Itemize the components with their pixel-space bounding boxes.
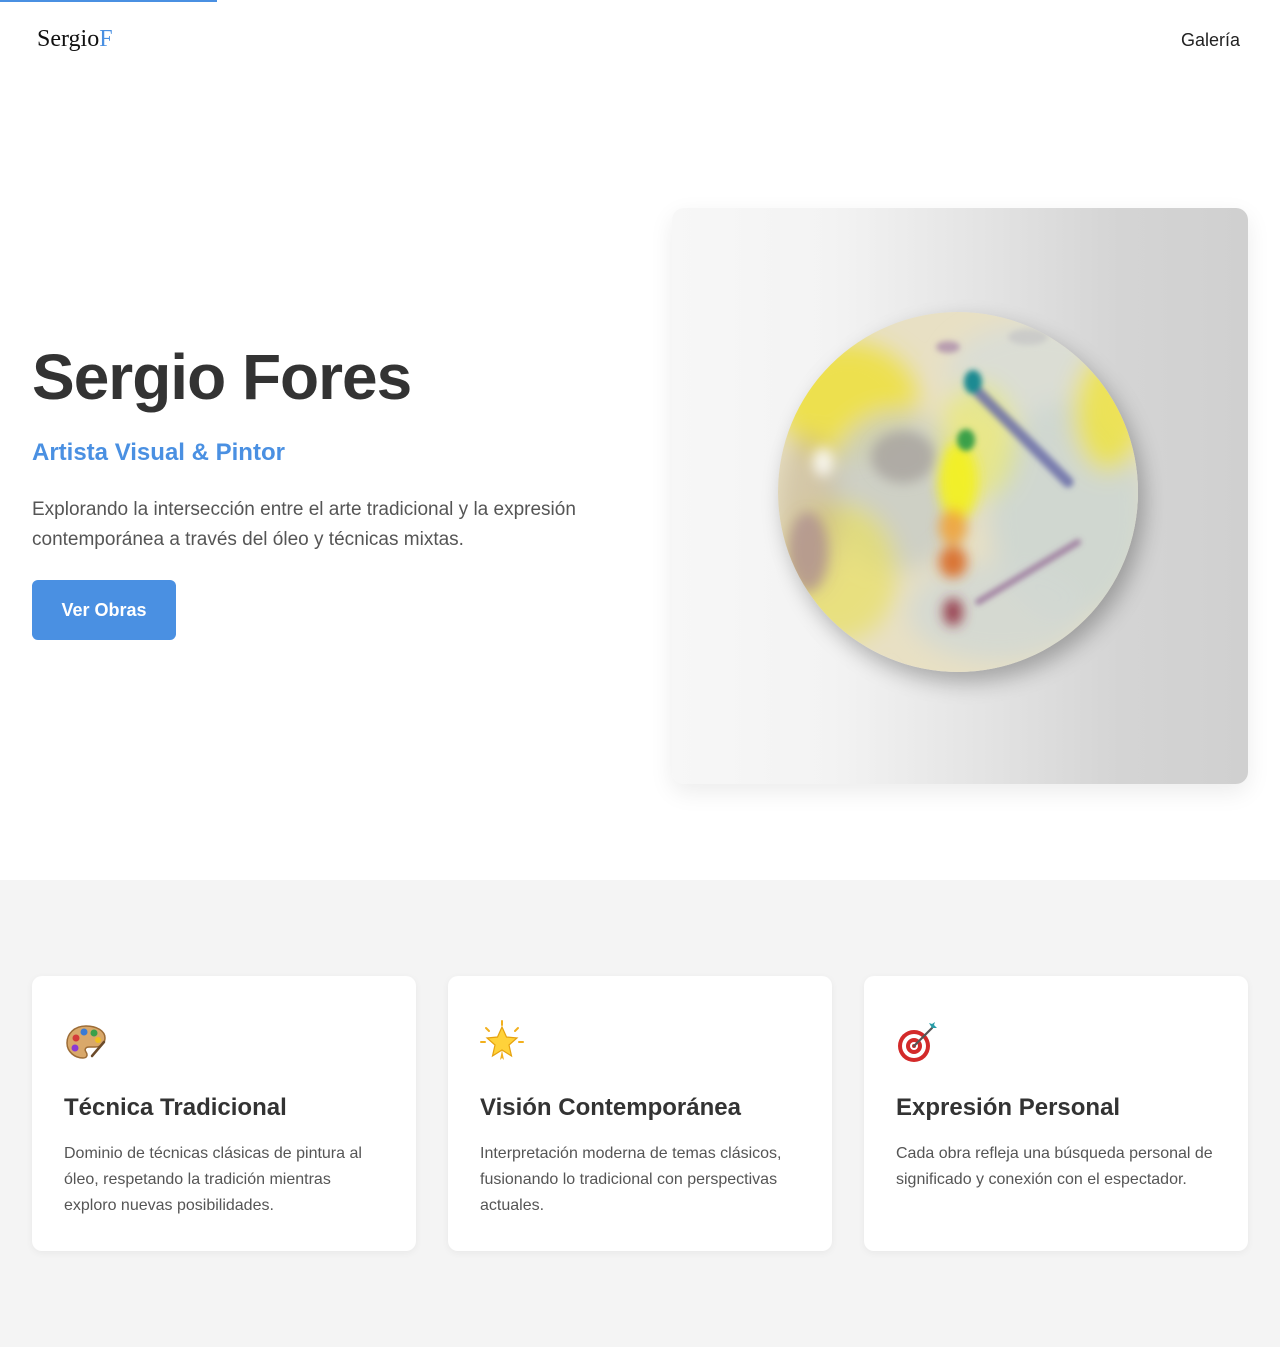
site-header: SergioF Galería <box>0 0 1280 80</box>
feature-card-vision-contemporanea: Visión Contemporánea Interpretación mode… <box>448 976 832 1251</box>
feature-card-expresion-personal: Expresión Personal Cada obra refleja una… <box>864 976 1248 1251</box>
feature-card-title: Técnica Tradicional <box>64 1094 287 1121</box>
target-icon <box>898 1022 937 1062</box>
featured-artwork-frame <box>672 208 1248 784</box>
feature-card-text: Dominio de técnicas clásicas de pintura … <box>64 1144 362 1214</box>
features-section: Técnica Tradicional Dominio de técnicas … <box>0 880 1280 1347</box>
feature-card-title: Visión Contemporánea <box>480 1094 741 1121</box>
feature-card-title: Expresión Personal <box>896 1094 1121 1121</box>
hero-section: Sergio Fores Artista Visual & Pintor Exp… <box>0 80 1280 880</box>
feature-card-text: Cada obra refleja una búsqueda personal … <box>896 1144 1213 1188</box>
feature-card-tecnica-tradicional: Técnica Tradicional Dominio de técnicas … <box>32 976 416 1251</box>
hero-description: Explorando la intersección entre el arte… <box>32 499 576 551</box>
hero-text-block: Sergio Fores Artista Visual & Pintor Exp… <box>32 341 632 641</box>
glowing-star-icon <box>480 1020 524 1060</box>
palette-icon <box>66 1025 106 1059</box>
featured-painting-image <box>778 312 1138 672</box>
logo-text: Sergio <box>37 26 100 52</box>
logo-accent-letter: F <box>99 26 113 52</box>
site-logo[interactable]: SergioF <box>37 26 113 53</box>
nav-link-galeria[interactable]: Galería <box>1181 30 1240 51</box>
feature-card-text: Interpretación moderna de temas clásicos… <box>480 1144 782 1214</box>
hero-subtitle: Artista Visual & Pintor <box>32 439 285 467</box>
view-works-button[interactable]: Ver Obras <box>32 580 176 641</box>
hero-title: Sergio Fores <box>32 341 412 413</box>
